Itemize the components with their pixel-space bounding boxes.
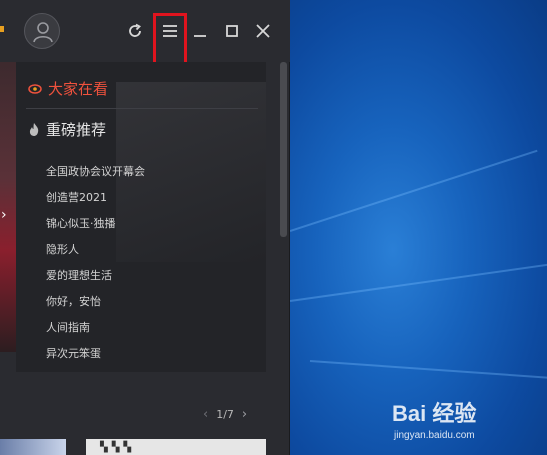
page-indicator: 1/7 <box>216 408 234 421</box>
eye-icon <box>28 83 42 94</box>
windows-desktop <box>290 0 547 455</box>
menu-section-recommended[interactable]: 重磅推荐 <box>28 119 106 140</box>
menu-item[interactable]: 隐形人 <box>46 241 79 257</box>
menu-item[interactable]: 爱的理想生活 <box>46 267 112 283</box>
desktop-light-ray <box>290 149 538 232</box>
pagination: ‹ 1/7 › <box>203 407 247 422</box>
refresh-icon[interactable] <box>126 22 144 40</box>
menu-item[interactable]: 锦心似玉·独播 <box>46 215 116 231</box>
close-icon[interactable] <box>254 22 272 40</box>
menu-item[interactable]: 创造营2021 <box>46 189 107 205</box>
user-avatar-icon <box>33 22 53 43</box>
menu-divider <box>26 108 258 109</box>
menu-item[interactable]: 异次元笨蛋 <box>46 345 101 361</box>
minimize-icon[interactable] <box>191 22 209 40</box>
desktop-light-ray <box>309 360 547 379</box>
flame-icon <box>29 123 39 136</box>
desktop-light-ray <box>290 263 547 302</box>
carousel-next-icon[interactable]: › <box>1 207 7 223</box>
menu-item[interactable]: 人间指南 <box>46 319 90 335</box>
watermark-brand: Bai 经验 <box>392 401 477 426</box>
video-player-window: › 大家在看 重磅推荐 全国政协会议开幕会 创造营2021 锦心似玉·独播 隐形… <box>0 0 290 455</box>
carousel-thumbnail[interactable]: › <box>0 62 16 352</box>
baidu-jingyan-watermark: Bai 经验 jingyan.baidu.com <box>392 396 542 446</box>
user-avatar-button[interactable] <box>24 13 60 49</box>
title-bar <box>0 0 290 67</box>
prev-page-icon[interactable]: ‹ <box>203 407 208 422</box>
main-dropdown-menu: 大家在看 重磅推荐 全国政协会议开幕会 创造营2021 锦心似玉·独播 隐形人 … <box>16 62 266 372</box>
trending-label: 大家在看 <box>48 80 109 98</box>
video-thumbnail[interactable]: ▚▚▚ <box>86 439 266 455</box>
watermark-url: jingyan.baidu.com <box>394 430 475 441</box>
menu-button-highlight <box>153 13 187 67</box>
video-thumbnail[interactable] <box>0 439 66 455</box>
menu-item[interactable]: 你好，安怡 <box>46 293 101 309</box>
recommended-label: 重磅推荐 <box>46 121 107 139</box>
thumbnail-pattern: ▚▚▚ <box>100 442 136 453</box>
next-page-icon[interactable]: › <box>242 407 247 422</box>
menu-item[interactable]: 全国政协会议开幕会 <box>46 163 145 179</box>
maximize-icon[interactable] <box>223 22 241 40</box>
scrollbar-thumb[interactable] <box>280 62 287 237</box>
logo-edge <box>0 26 4 32</box>
menu-section-trending[interactable]: 大家在看 <box>28 78 108 99</box>
